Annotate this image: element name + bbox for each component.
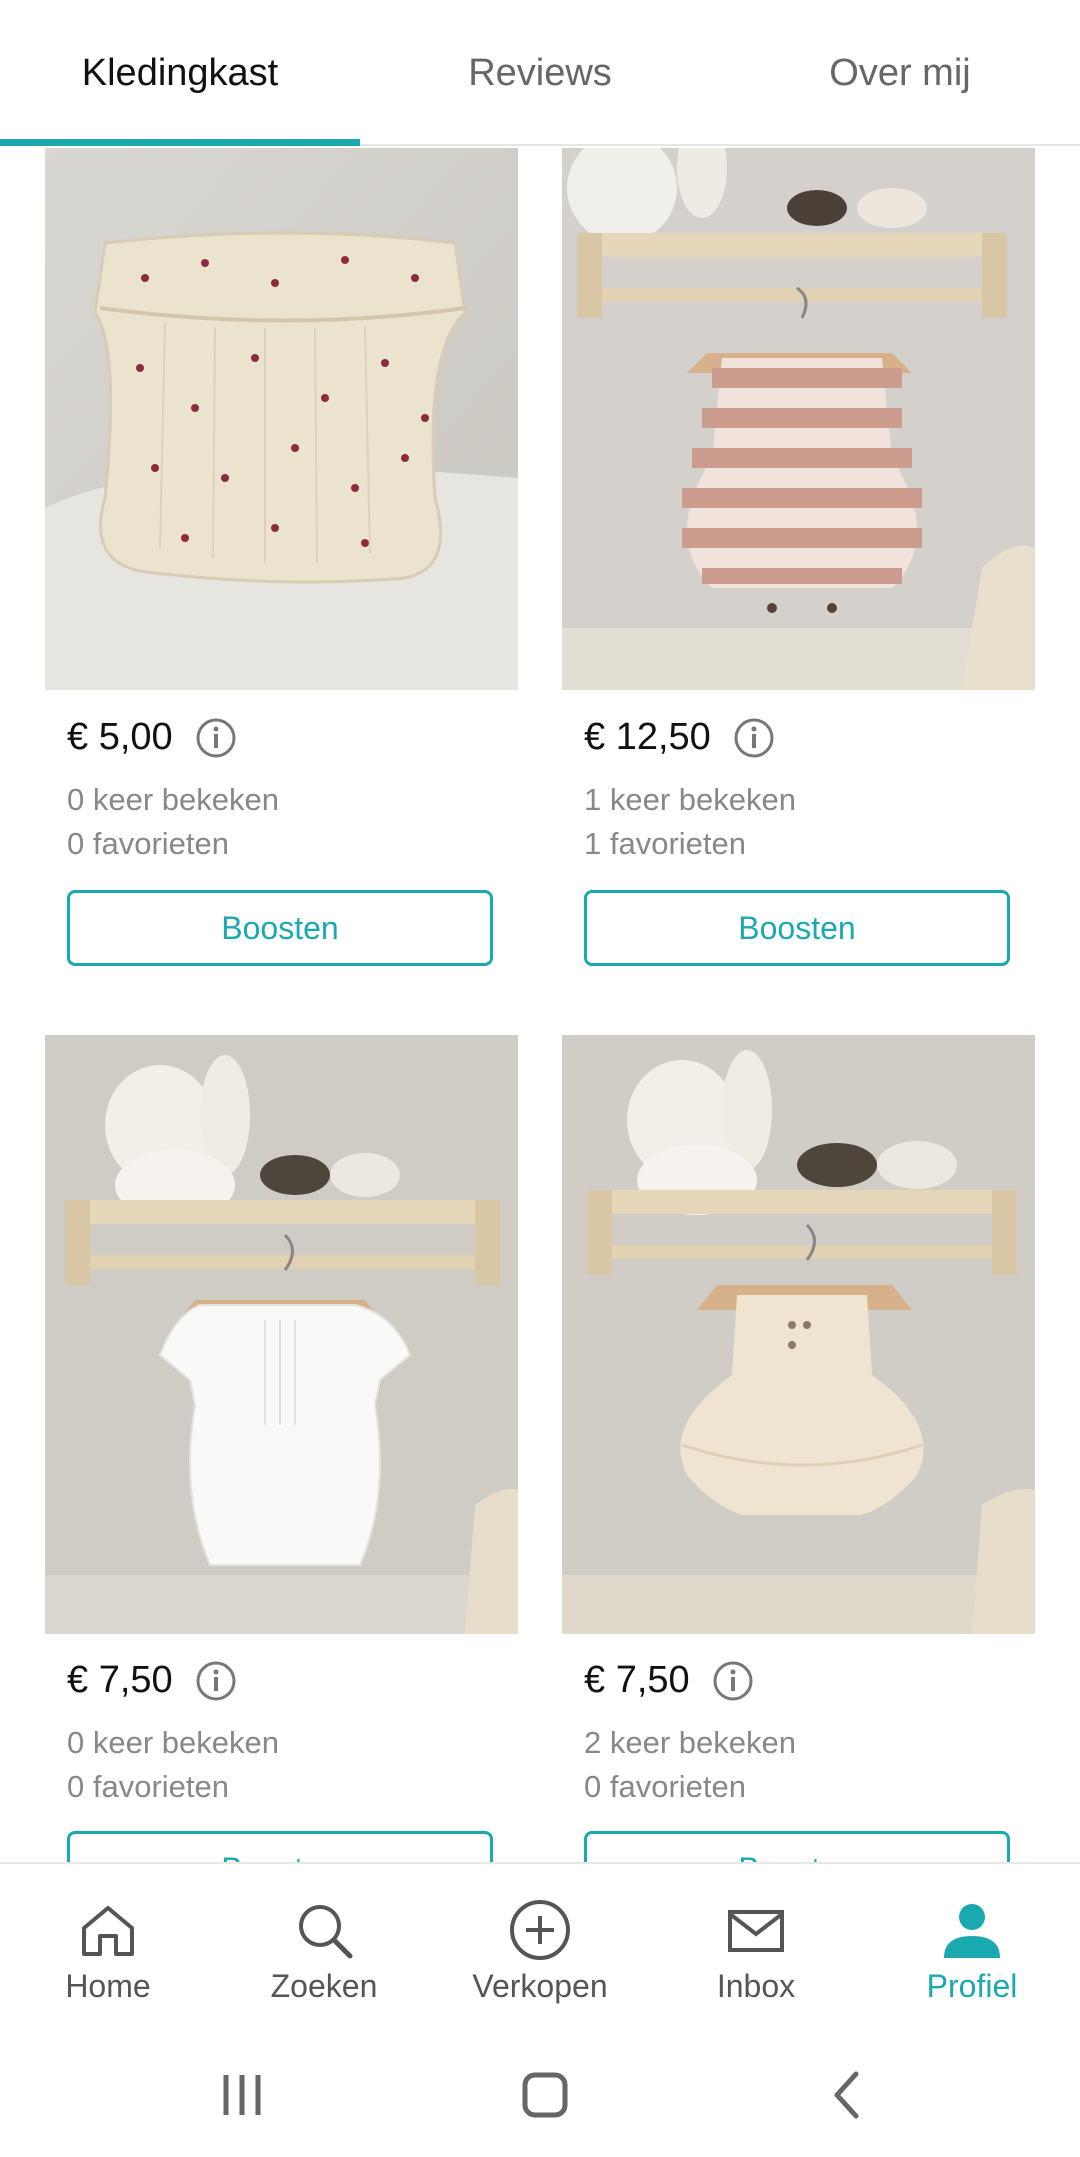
favorite-count: 0 favorieten [67, 1769, 229, 1804]
tab-kledingkast[interactable]: Kledingkast [0, 0, 360, 146]
favorite-count: 0 favorieten [67, 826, 229, 861]
boost-label: Boosten [738, 1851, 855, 1863]
boost-label: Boosten [221, 909, 339, 946]
boost-label: Boosten [221, 1851, 338, 1863]
price: € 7,50 [584, 1659, 690, 1701]
info-icon[interactable] [195, 717, 237, 759]
home-system-button[interactable] [505, 2062, 585, 2128]
tab-label: Kledingkast [81, 51, 279, 94]
back-button[interactable] [808, 2062, 888, 2128]
wardrobe-grid: € 5,00 0 keer bekeken 0 favorieten Boost… [0, 148, 1080, 1862]
tab-label: Over mij [829, 51, 971, 94]
price: € 5,00 [67, 716, 173, 758]
tab-over-mij[interactable]: Over mij [720, 0, 1080, 146]
boost-button[interactable]: Boosten [67, 890, 493, 966]
listing-stats: 0 keer bekeken 0 favorieten [67, 1721, 279, 1809]
price: € 12,50 [584, 716, 711, 758]
nav-label: Home [65, 1968, 151, 2004]
price-row: € 12,50 [584, 716, 775, 759]
active-tab-indicator [0, 139, 360, 146]
info-icon[interactable] [733, 717, 775, 759]
listing-card: € 7,50 2 keer bekeken 0 favorieten Boost… [562, 1035, 1035, 1862]
nav-inbox[interactable]: Inbox [648, 1864, 864, 2034]
bottom-navigation: Home Zoeken Verkopen Inbox Profiel [0, 1862, 1080, 2032]
plus-circle-icon [510, 1900, 570, 1960]
info-icon[interactable] [712, 1660, 754, 1702]
listing-stats: 0 keer bekeken 0 favorieten [67, 778, 279, 866]
favorite-count: 0 favorieten [584, 1769, 746, 1804]
view-count: 2 keer bekeken [584, 1725, 796, 1760]
profile-icon [944, 1904, 1000, 1958]
listing-card: € 5,00 0 keer bekeken 0 favorieten Boost… [45, 148, 518, 988]
view-count: 0 keer bekeken [67, 1725, 279, 1760]
nav-sell[interactable]: Verkopen [432, 1864, 648, 2034]
nav-label: Verkopen [472, 1968, 608, 2004]
nav-profile[interactable]: Profiel [864, 1864, 1080, 2034]
home-square-icon [522, 2072, 568, 2118]
system-navigation-bar [0, 2032, 1080, 2157]
listing-card: € 7,50 0 keer bekeken 0 favorieten Boost… [45, 1035, 518, 1862]
listing-card: € 12,50 1 keer bekeken 1 favorieten Boos… [562, 148, 1035, 988]
price-row: € 7,50 [584, 1659, 754, 1702]
search-icon [299, 1905, 353, 1959]
listing-photo[interactable] [562, 1035, 1035, 1634]
view-count: 1 keer bekeken [584, 782, 796, 817]
listing-stats: 1 keer bekeken 1 favorieten [584, 778, 796, 866]
nav-label: Profiel [926, 1968, 1018, 2004]
profile-tabs: Kledingkast Reviews Over mij [0, 0, 1080, 146]
tab-reviews[interactable]: Reviews [360, 0, 720, 146]
nav-home[interactable]: Home [0, 1864, 216, 2034]
tab-label: Reviews [468, 51, 612, 94]
listing-photo[interactable] [45, 1035, 518, 1634]
recent-apps-icon [223, 2075, 261, 2115]
listing-photo[interactable] [562, 148, 1035, 690]
info-icon[interactable] [195, 1660, 237, 1702]
boost-button[interactable]: Boosten [67, 1831, 493, 1862]
boost-button[interactable]: Boosten [584, 890, 1010, 966]
listing-photo[interactable] [45, 148, 518, 690]
price-row: € 5,00 [67, 716, 237, 759]
recent-apps-button[interactable] [202, 2062, 282, 2128]
boost-button[interactable]: Boosten [584, 1831, 1010, 1862]
price-row: € 7,50 [67, 1659, 237, 1702]
boost-label: Boosten [738, 909, 856, 946]
nav-label: Zoeken [270, 1968, 378, 2004]
nav-search[interactable]: Zoeken [216, 1864, 432, 2034]
nav-label: Inbox [716, 1968, 796, 2004]
favorite-count: 1 favorieten [584, 826, 746, 861]
view-count: 0 keer bekeken [67, 782, 279, 817]
mail-icon [728, 1910, 784, 1952]
price: € 7,50 [67, 1659, 173, 1701]
home-icon [82, 1906, 134, 1956]
listing-stats: 2 keer bekeken 0 favorieten [584, 1721, 796, 1809]
back-chevron-icon [834, 2071, 859, 2119]
